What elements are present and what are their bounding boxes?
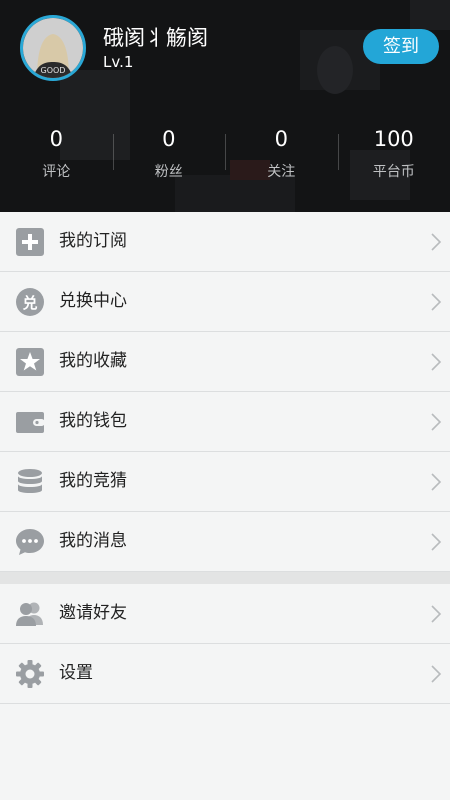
star-icon (16, 348, 44, 376)
menu-item-invite[interactable]: 邀请好友 (0, 584, 450, 644)
chevron-right-icon (431, 353, 442, 371)
menu-item-settings[interactable]: 设置 (0, 644, 450, 704)
stat-label: 平台币 (372, 164, 415, 180)
users-icon (16, 602, 43, 626)
stat-coins[interactable]: 100 平台币 (337, 124, 450, 186)
message-icon (16, 529, 44, 555)
stat-label: 评论 (42, 164, 71, 180)
avatar-image: GOOD (23, 18, 83, 78)
menu-item-messages[interactable]: 我的消息 (0, 512, 450, 572)
svg-text:兑: 兑 (22, 294, 37, 312)
svg-text:GOOD: GOOD (41, 66, 66, 75)
stat-value: 0 (162, 127, 176, 151)
stat-value: 0 (274, 127, 288, 151)
wallet-icon (16, 412, 45, 433)
menu-item-label: 我的竞猜 (59, 471, 127, 491)
signin-button[interactable]: 签到 (363, 29, 439, 64)
user-level: Lv.1 (103, 53, 134, 71)
chevron-right-icon (431, 665, 442, 683)
menu-item-subscriptions[interactable]: 我的订阅 (0, 212, 450, 272)
menu-item-wallet[interactable]: 我的钱包 (0, 392, 450, 452)
menu-item-label: 兑换中心 (59, 291, 127, 311)
menu-list: 我的订阅 兑 兑换中心 我的收藏 我的钱包 我的竞猜 我的消息 (0, 212, 450, 572)
chevron-right-icon (431, 233, 442, 251)
menu-item-exchange[interactable]: 兑 兑换中心 (0, 272, 450, 332)
stats-bar: 0 评论 0 粉丝 0 关注 100 平台币 (0, 124, 450, 186)
menu-item-label: 我的收藏 (59, 351, 127, 371)
chevron-right-icon (431, 533, 442, 551)
stat-fans[interactable]: 0 粉丝 (112, 124, 226, 186)
stat-label: 粉丝 (154, 164, 183, 180)
exchange-icon: 兑 (16, 288, 44, 316)
menu-item-label: 我的订阅 (59, 231, 127, 251)
menu-item-favorites[interactable]: 我的收藏 (0, 332, 450, 392)
chevron-right-icon (431, 605, 442, 623)
chevron-right-icon (431, 293, 442, 311)
stat-value: 100 (373, 127, 414, 151)
username: 硪阂丬觞阂 (103, 26, 208, 50)
stat-label: 关注 (267, 164, 296, 180)
chevron-right-icon (431, 413, 442, 431)
chevron-right-icon (431, 473, 442, 491)
database-icon (18, 469, 42, 493)
menu-item-label: 我的钱包 (59, 411, 127, 431)
menu-item-label: 设置 (59, 663, 93, 683)
menu-item-label: 我的消息 (59, 531, 127, 551)
menu-list-secondary: 邀请好友 设置 (0, 584, 450, 704)
stat-following[interactable]: 0 关注 (225, 124, 338, 186)
stat-comments[interactable]: 0 评论 (0, 124, 113, 186)
section-divider (0, 572, 450, 584)
plus-icon (16, 228, 44, 256)
gear-icon (16, 660, 44, 688)
menu-item-label: 邀请好友 (59, 603, 127, 623)
stat-value: 0 (49, 127, 63, 151)
avatar[interactable]: GOOD (20, 15, 86, 81)
profile-header: GOOD 硪阂丬觞阂 Lv.1 签到 0 评论 0 粉丝 0 关注 100 平台… (0, 0, 450, 212)
menu-item-quiz[interactable]: 我的竞猜 (0, 452, 450, 512)
